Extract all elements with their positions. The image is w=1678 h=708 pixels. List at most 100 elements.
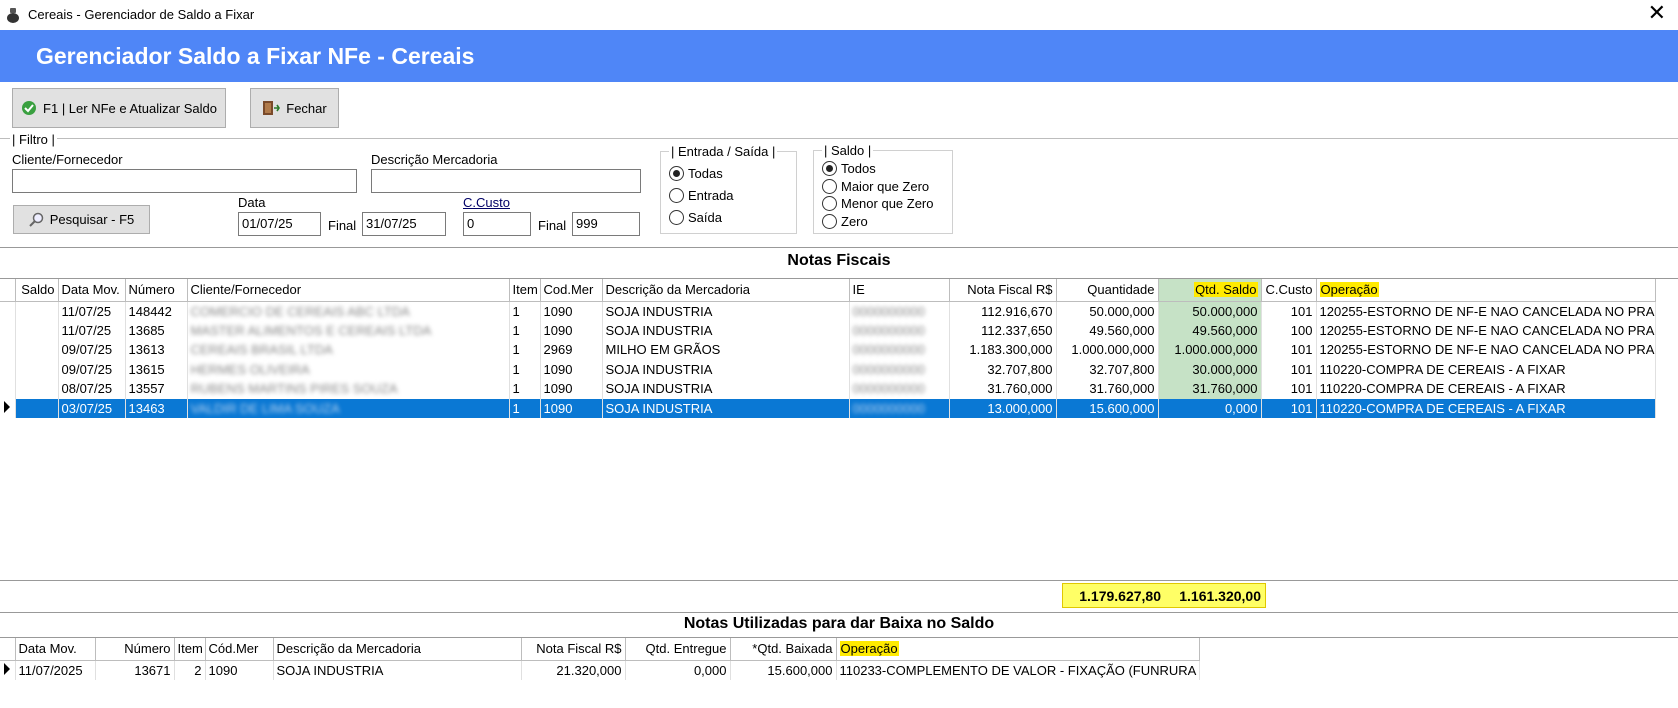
row-indicator <box>0 660 16 680</box>
cell-numero: 13557 <box>125 379 188 399</box>
totals-box: 1.179.627,80 1.161.320,00 <box>1062 583 1266 608</box>
col-cliente[interactable]: Cliente/Fornecedor <box>187 279 510 302</box>
col-data-mov[interactable]: Data Mov. <box>58 279 126 302</box>
cell-item: 1 <box>509 340 541 360</box>
radio-entrada[interactable]: Entrada <box>669 188 734 203</box>
cell-data: 11/07/25 <box>58 320 126 340</box>
search-button[interactable]: Pesquisar - F5 <box>13 205 150 234</box>
cell-numero: 13615 <box>125 359 188 379</box>
table-row[interactable]: 09/07/25 13613 CEREAIS BRASIL LTDA 1 296… <box>0 340 1656 360</box>
row-indicator <box>0 359 16 379</box>
col-nota-fiscal[interactable]: Nota Fiscal R$ <box>521 638 626 661</box>
client-input[interactable] <box>12 169 357 193</box>
radio-zero[interactable]: Zero <box>822 214 868 229</box>
cell-nota-fiscal: 31.760,000 <box>949 379 1057 399</box>
description-input[interactable] <box>371 169 641 193</box>
table-row[interactable]: 08/07/25 13557 RUBENS MARTINS PIRES SOUZ… <box>0 379 1656 399</box>
cell-saldo <box>15 398 59 418</box>
saldo-group: | Saldo | Todos Maior que Zero Menor que… <box>813 143 953 234</box>
cell-qtd-entregue: 0,000 <box>625 660 731 680</box>
cell-quantidade: 31.760,000 <box>1056 379 1159 399</box>
close-icon[interactable]: ✕ <box>1648 2 1666 24</box>
radio-todas[interactable]: Todas <box>669 166 723 181</box>
cell-cliente: HERMES OLIVEIRA <box>187 359 510 379</box>
cell-ie: 0000000000 <box>849 379 950 399</box>
cell-ie: 0000000000 <box>849 398 950 418</box>
table-row-selected[interactable]: 03/07/25 13463 VALDIR DE LIMA SOUZA 1 10… <box>0 398 1656 418</box>
cell-ccusto: 101 <box>1261 359 1317 379</box>
cell-cod-mer: 1090 <box>540 398 603 418</box>
col-nota-fiscal[interactable]: Nota Fiscal R$ <box>949 279 1057 302</box>
col-saldo[interactable]: Saldo <box>15 279 59 302</box>
col-cod-mer[interactable]: Cod.Mer <box>540 279 603 302</box>
col-ccusto[interactable]: C.Custo <box>1261 279 1317 302</box>
col-item[interactable]: Item <box>509 279 541 302</box>
col-ie[interactable]: IE <box>849 279 950 302</box>
ccusto-label[interactable]: C.Custo <box>463 195 510 210</box>
cell-numero: 148442 <box>125 301 188 321</box>
radio-dot <box>669 210 684 225</box>
radio-todos[interactable]: Todos <box>822 161 876 176</box>
row-indicator <box>0 340 16 360</box>
cell-operacao: 110233-COMPLEMENTO DE VALOR - FIXAÇÃO (F… <box>836 660 1200 680</box>
baixa-header-row: Data Mov. Número Item Cód.Mer Descrição … <box>0 638 1200 661</box>
cell-item: 1 <box>509 398 541 418</box>
read-nfe-button[interactable]: F1 | Ler NFe e Atualizar Saldo <box>12 88 226 128</box>
col-descricao[interactable]: Descrição da Mercadoria <box>273 638 522 661</box>
cell-descricao: SOJA INDUSTRIA <box>602 359 850 379</box>
ccusto-end-input[interactable]: 999 <box>572 212 640 236</box>
col-qtd-baixada[interactable]: *Qtd. Baixada <box>730 638 837 661</box>
cell-operacao: 110220-COMPRA DE CEREAIS - A FIXAR <box>1316 398 1656 418</box>
window-title: Cereais - Gerenciador de Saldo a Fixar <box>28 7 255 22</box>
cell-qtd-baixada: 15.600,000 <box>730 660 837 680</box>
cell-ie: 0000000000 <box>849 340 950 360</box>
table-row[interactable]: 11/07/25 13685 MASTER ALIMENTOS E CEREAI… <box>0 320 1656 340</box>
radio-menor-que-zero[interactable]: Menor que Zero <box>822 196 934 211</box>
col-quantidade[interactable]: Quantidade <box>1056 279 1159 302</box>
col-descricao[interactable]: Descrição da Mercadoria <box>602 279 850 302</box>
cell-cod-mer: 1090 <box>540 359 603 379</box>
col-qtd-saldo[interactable]: Qtd. Saldo <box>1158 279 1262 302</box>
radio-dot <box>669 188 684 203</box>
cell-data: 08/07/25 <box>58 379 126 399</box>
table-row[interactable]: 11/07/25 148442 COMERCIO DE CEREAIS ABC … <box>0 301 1656 321</box>
cell-nota-fiscal: 32.707,800 <box>949 359 1057 379</box>
table-row[interactable]: 09/07/25 13615 HERMES OLIVEIRA 1 1090 SO… <box>0 359 1656 379</box>
cell-ccusto: 100 <box>1261 320 1317 340</box>
saldo-group-label: | Saldo | <box>822 143 874 158</box>
notas-title: Notas Fiscais <box>787 252 891 269</box>
notas-grid[interactable]: Saldo Data Mov. Número Cliente/Fornecedo… <box>0 278 1678 581</box>
col-cod-mer[interactable]: Cód.Mer <box>205 638 274 661</box>
col-operacao[interactable]: Operação <box>836 638 1200 661</box>
cell-cod-mer: 1090 <box>540 379 603 399</box>
col-item[interactable]: Item <box>174 638 206 661</box>
cell-quantidade: 49.560,000 <box>1056 320 1159 340</box>
col-qtd-entregue[interactable]: Qtd. Entregue <box>625 638 731 661</box>
col-operacao[interactable]: Operação <box>1316 279 1656 302</box>
cell-item: 1 <box>509 301 541 321</box>
col-numero[interactable]: Número <box>95 638 175 661</box>
date-start-input[interactable]: 01/07/25 <box>238 212 321 236</box>
baixa-grid[interactable]: Data Mov. Número Item Cód.Mer Descrição … <box>0 637 1678 708</box>
cell-quantidade: 50.000,000 <box>1056 301 1159 321</box>
cell-numero: 13671 <box>95 660 175 680</box>
cell-cod-mer: 1090 <box>540 320 603 340</box>
col-numero[interactable]: Número <box>125 279 188 302</box>
cell-descricao: SOJA INDUSTRIA <box>602 379 850 399</box>
col-data-mov[interactable]: Data Mov. <box>15 638 96 661</box>
cell-data: 09/07/25 <box>58 359 126 379</box>
table-row[interactable]: 11/07/2025 13671 2 1090 SOJA INDUSTRIA 2… <box>0 660 1200 680</box>
cell-qtd-saldo: 0,000 <box>1158 398 1262 418</box>
radio-maior-que-zero[interactable]: Maior que Zero <box>822 179 929 194</box>
cell-data: 11/07/25 <box>58 301 126 321</box>
notas-header-row: Saldo Data Mov. Número Cliente/Fornecedo… <box>0 279 1656 302</box>
close-button[interactable]: Fechar <box>250 88 339 128</box>
cell-descricao: SOJA INDUSTRIA <box>273 660 522 680</box>
search-icon <box>29 212 43 227</box>
radio-saida[interactable]: Saída <box>669 210 722 225</box>
cell-qtd-saldo: 31.760,000 <box>1158 379 1262 399</box>
ccusto-start-input[interactable]: 0 <box>463 212 531 236</box>
date-end-input[interactable]: 31/07/25 <box>362 212 446 236</box>
check-icon <box>22 101 37 115</box>
cell-operacao: 120255-ESTORNO DE NF-E NAO CANCELADA NO … <box>1316 340 1656 360</box>
